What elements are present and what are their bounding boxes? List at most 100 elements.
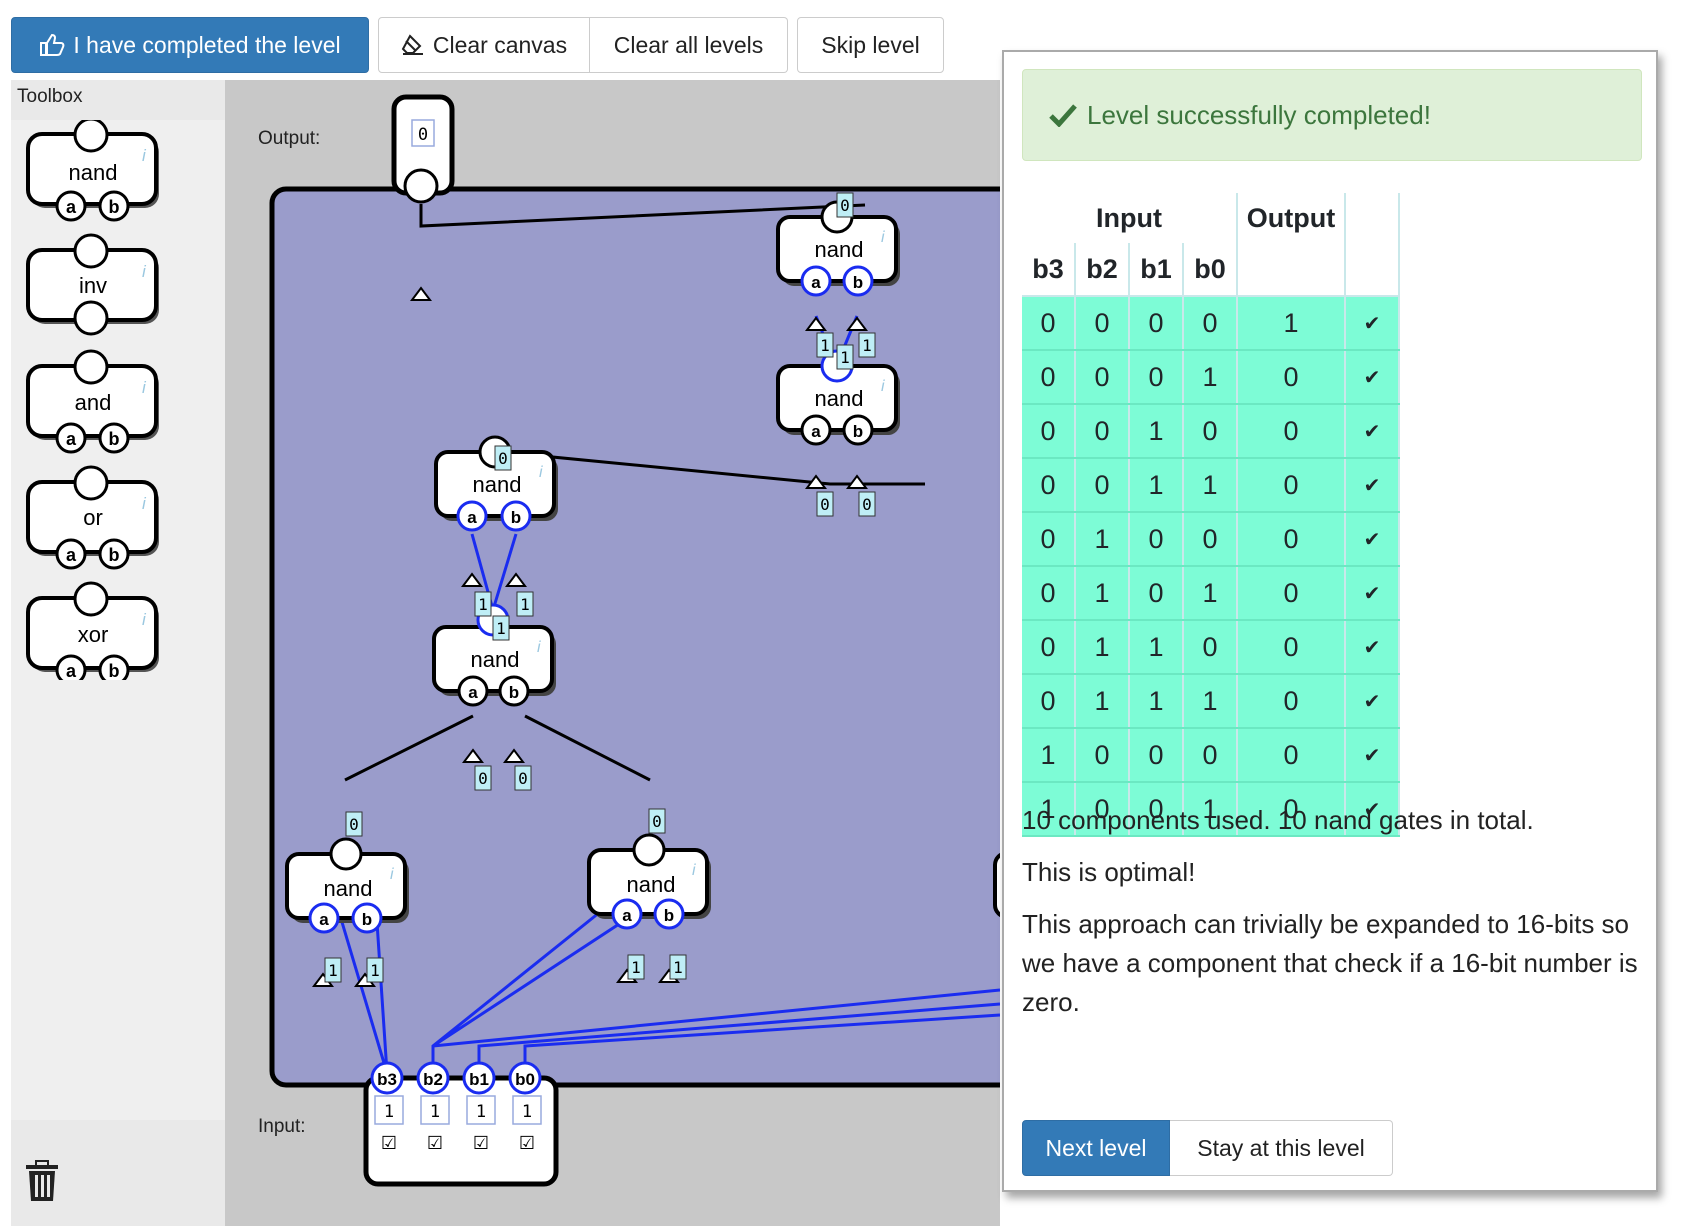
stay-at-level-button[interactable]: Stay at this level [1170,1120,1393,1176]
circuit-canvas[interactable]: Output: Input: 0 nand i a b nand i a b n… [225,80,1000,1226]
clear-all-levels-button[interactable]: Clear all levels [590,17,788,73]
row-status-cell: ✔ [1345,350,1400,405]
note-text: This approach can trivially be expanded … [1022,909,1638,1017]
wire-value-tag: 0 [816,491,834,517]
toolbox-and-label: and [75,390,112,415]
wire-value-tag: 1 [858,332,876,358]
info-icon[interactable]: i [881,378,885,395]
table-cell: 0 [1129,512,1184,567]
toolbox-xor[interactable]: xor i a b [26,581,159,686]
circuit-diagram[interactable]: 0 nand i a b nand i a b nand i a b nand … [225,80,1000,1226]
table-cell: 1 [1129,674,1184,729]
wire-value-tag: 0 [836,192,854,218]
checkbox-b1[interactable]: ☑ [473,1133,489,1153]
info-icon[interactable]: i [539,464,543,481]
wire-value-tag: 1 [366,957,384,983]
table-cell: 0 [1237,512,1346,567]
toolbox-nand[interactable]: nand i a b [26,117,159,222]
wire-value-tag: 1 [669,954,687,980]
table-cell: 0 [1237,728,1346,783]
gate-nand-5[interactable]: nand i a b [285,837,409,934]
checkmark-icon [1049,104,1077,127]
checkbox-b3[interactable]: ☑ [381,1133,397,1153]
table-cell: 0 [1129,728,1184,783]
complete-level-button[interactable]: I have completed the level [11,17,369,73]
svg-text:1: 1 [496,619,506,638]
table-cell: 0 [1183,728,1238,783]
table-cell: 0 [1022,512,1076,567]
column-header: b0 [1183,243,1238,297]
toolbox-or[interactable]: or i a b [26,465,159,570]
table-cell: 0 [1183,404,1238,459]
wire-value-tag: 0 [345,811,363,837]
output-group-header: Output [1237,193,1346,243]
input-value-b3[interactable]: 1 [384,1102,394,1122]
table-cell: 0 [1022,296,1076,351]
table-cell: 0 [1075,296,1130,351]
pin-a-label: a [811,273,821,292]
checkbox-b2[interactable]: ☑ [427,1133,443,1153]
table-cell: 0 [1022,350,1076,405]
table-cell: 0 [1183,620,1238,675]
input-value-b0[interactable]: 1 [522,1102,532,1122]
table-row: 1 0 0 0 0 ✔ [1022,728,1400,783]
trash-icon[interactable] [25,1160,59,1207]
gate-label: nand [815,237,864,262]
info-icon[interactable]: i [692,862,696,879]
svg-text:1: 1 [520,595,530,614]
table-cell: 1 [1183,566,1238,621]
info-icon[interactable]: i [390,866,394,883]
table-row: 0 1 0 1 0 ✔ [1022,566,1400,621]
wire-value-tag: 0 [514,765,532,791]
table-cell: 0 [1075,458,1130,513]
table-row: 0 1 1 0 0 ✔ [1022,620,1400,675]
info-icon[interactable]: i [537,639,541,656]
toolbox-or-label: or [83,505,103,530]
input-value-b2[interactable]: 1 [430,1102,440,1122]
svg-text:1: 1 [478,595,488,614]
table-cell: 1 [1183,350,1238,405]
wire-value-tag: 0 [474,765,492,791]
svg-text:1: 1 [328,961,338,980]
next-level-button[interactable]: Next level [1022,1120,1170,1176]
table-cell: 0 [1075,404,1130,459]
table-row: 0 0 0 1 0 ✔ [1022,350,1400,405]
gate-label: nand [473,472,522,497]
success-alert: Level successfully completed! [1022,69,1642,161]
svg-text:0: 0 [349,815,359,834]
toolbox-xor-label: xor [78,622,109,647]
svg-text:1: 1 [631,958,641,977]
toolbox-inv[interactable]: inv i [26,233,159,336]
wire-value-tag: 1 [816,332,834,358]
table-cell: 0 [1129,350,1184,405]
input-value-b1[interactable]: 1 [476,1102,486,1122]
clear-canvas-label: Clear canvas [432,31,568,58]
svg-text:b0: b0 [515,1070,535,1089]
truth-table: Input Output b3 b2 b1 b0 0 0 0 0 1 ✔ 0 0 0 1 0 ✔ 0 0 1… [1022,193,1400,837]
input-node[interactable]: b3 1 ☑ b2 1 ☑ b1 1 ☑ b0 1 ☑ [363,1061,559,1187]
eraser-icon [401,34,423,55]
gate-partial[interactable] [993,852,1000,918]
svg-text:b1: b1 [469,1070,489,1089]
table-row: 0 1 1 1 0 ✔ [1022,674,1400,729]
toolbox-items: nand i a b inv i and i a b or i a b xor … [11,117,225,1120]
svg-text:1: 1 [862,336,872,355]
table-cell: 1 [1075,566,1130,621]
checkbox-b0[interactable]: ☑ [519,1133,535,1153]
column-header: b2 [1075,243,1130,297]
wire-value-tag: 1 [836,344,854,370]
toolbox-and[interactable]: and i a b [26,349,159,454]
table-row: 0 0 0 0 1 ✔ [1022,296,1400,351]
column-header: b3 [1022,243,1076,297]
info-icon[interactable]: i [881,229,885,246]
pin-a-label: a [622,906,632,925]
output-node: 0 [391,94,455,204]
gate-nand-6[interactable]: nand i a b [587,833,711,930]
wire-value-tag: 1 [324,957,342,983]
table-cell: 1 [1075,512,1130,567]
pin-a-label: a [467,508,477,527]
skip-level-button[interactable]: Skip level [797,17,944,73]
table-cell: 1 [1075,620,1130,675]
svg-text:b3: b3 [377,1070,397,1089]
clear-canvas-button[interactable]: Clear canvas [378,17,590,73]
